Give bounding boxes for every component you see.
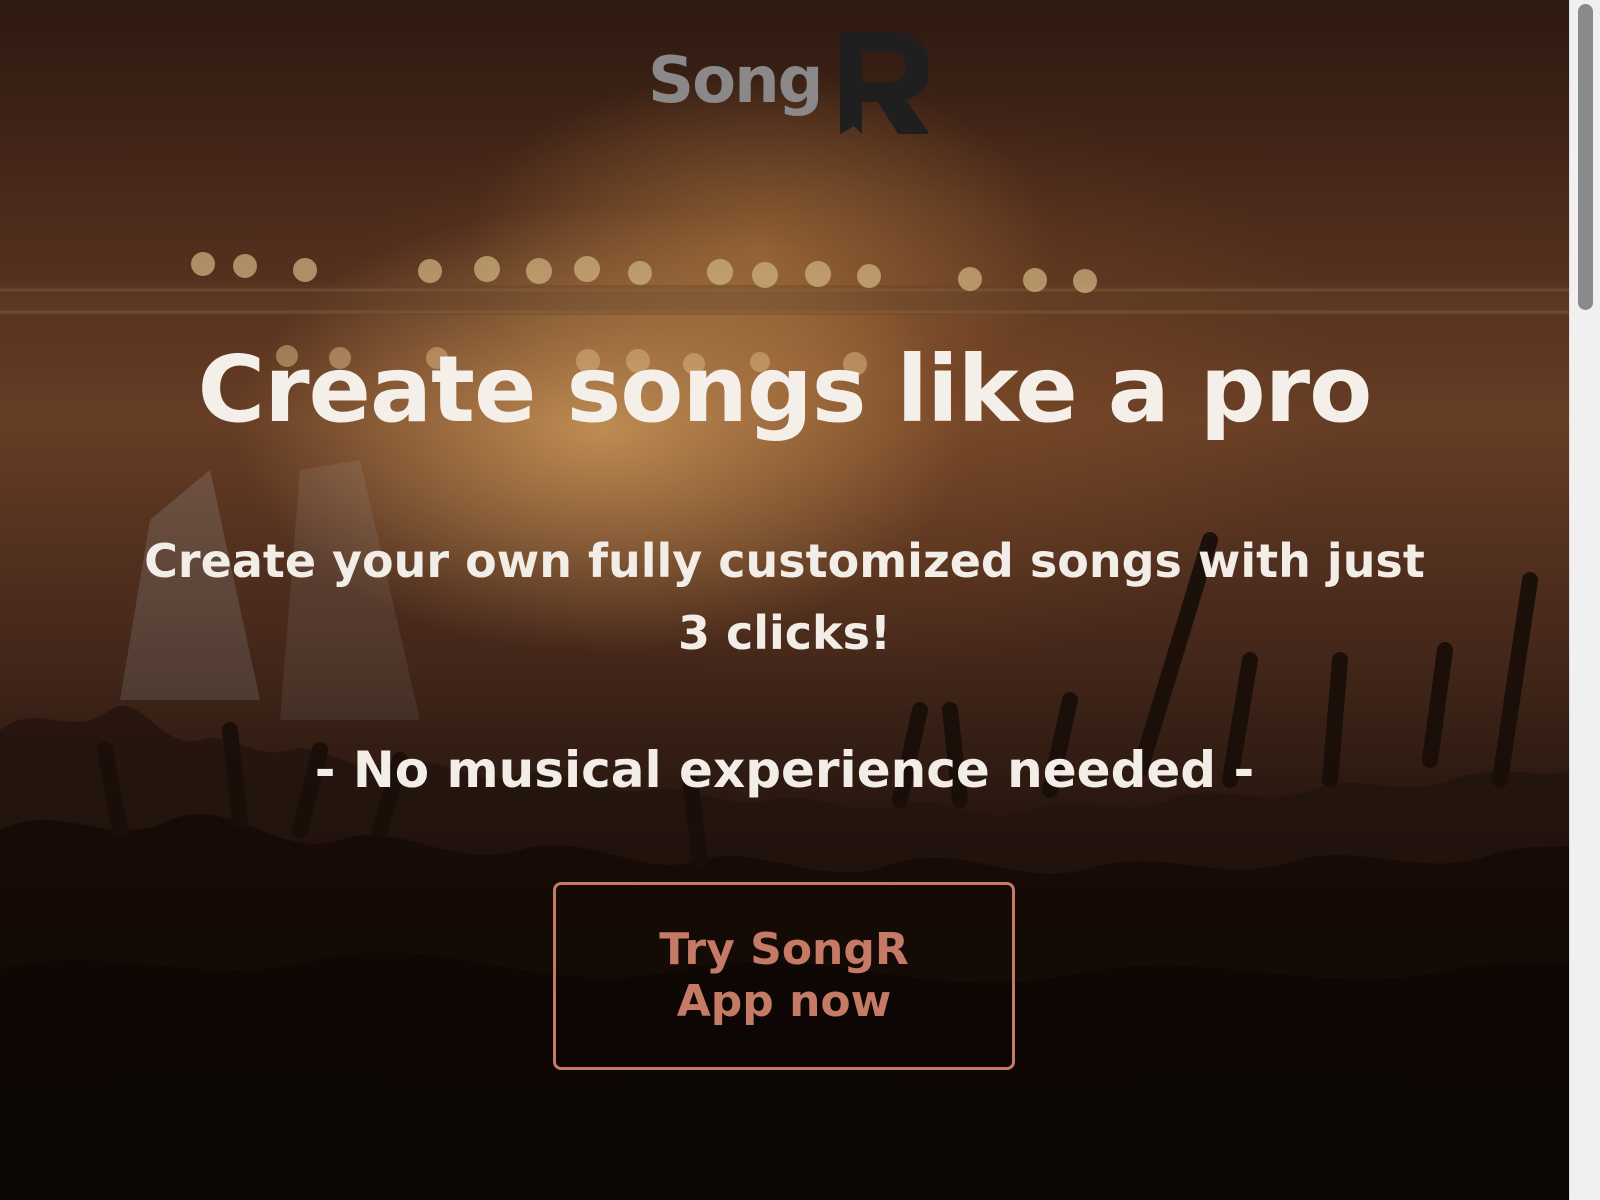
hero-headline: Create songs like a pro — [197, 336, 1373, 443]
try-app-button-label: Try SongR App now — [659, 924, 909, 1027]
try-app-button[interactable]: Try SongR App now — [553, 882, 1015, 1070]
logo-text: Song — [648, 44, 821, 118]
scrollbar-thumb[interactable] — [1578, 4, 1593, 310]
songr-logo[interactable]: Song — [648, 30, 928, 136]
logo-r-mark — [840, 32, 928, 134]
page-scrollbar[interactable] — [1569, 0, 1600, 1200]
landing-page: Song Create songs like a pro Create your… — [0, 0, 1600, 1200]
hero-subheadline: Create your own fully customized songs w… — [144, 534, 1425, 660]
hero-tagline: - No musical experience needed - — [314, 741, 1255, 799]
